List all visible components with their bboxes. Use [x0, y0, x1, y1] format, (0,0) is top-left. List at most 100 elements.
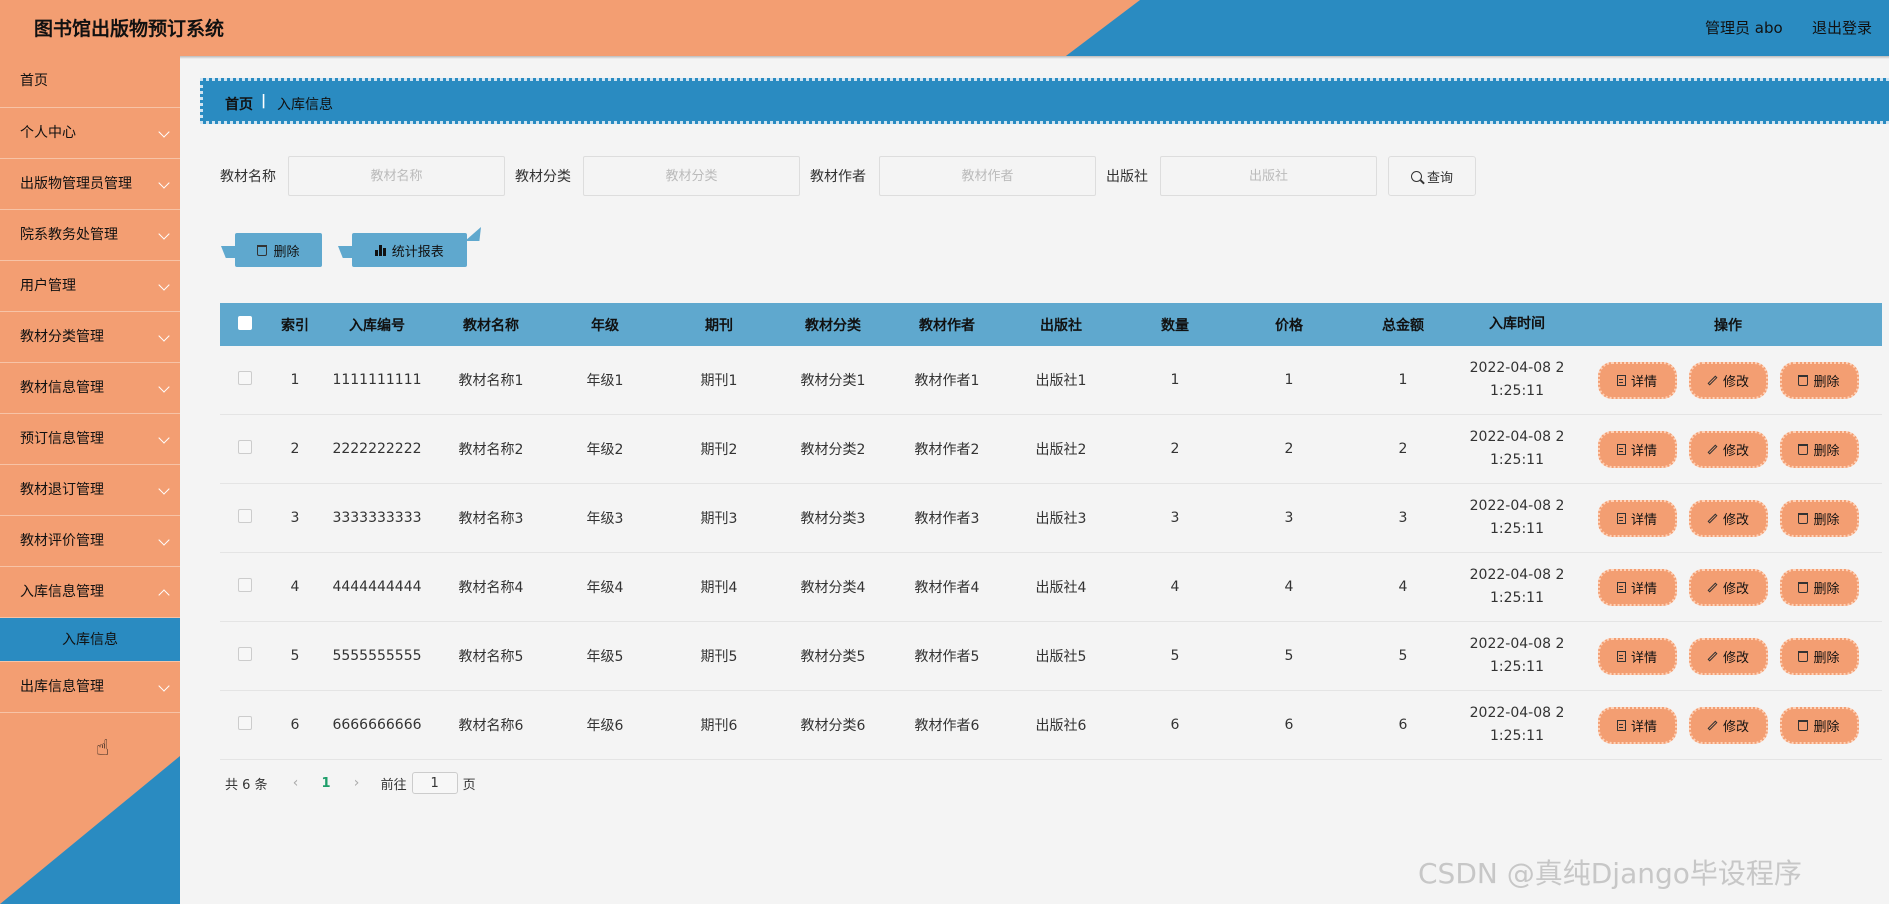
row-checkbox[interactable]	[238, 716, 252, 730]
stats-report-button[interactable]: 统计报表	[352, 233, 467, 267]
cell-author: 教材作者6	[914, 718, 980, 734]
row-checkbox[interactable]	[238, 647, 252, 661]
cell-periodical: 期刊2	[700, 442, 738, 458]
cell-time-line1: 2022-04-08 2	[1469, 636, 1565, 652]
cell-category: 教材分类4	[800, 580, 866, 596]
row-delete-button[interactable]: 删除	[1779, 706, 1859, 744]
select-all-checkbox[interactable]	[238, 315, 252, 330]
cell-time-line1: 2022-04-08 2	[1469, 567, 1565, 583]
watermark: CSDN @真纯Django毕设程序	[1418, 857, 1802, 890]
edit-button-label: 修改	[1722, 581, 1749, 597]
detail-button[interactable]: 详情	[1597, 361, 1677, 399]
row-checkbox-cell[interactable]	[220, 371, 270, 389]
logout-link[interactable]: 退出登录	[1812, 17, 1872, 38]
cell-time: 2022-04-08 2 1:25:11	[1460, 495, 1574, 541]
row-delete-button[interactable]: 删除	[1779, 430, 1859, 468]
row-checkbox[interactable]	[238, 509, 252, 523]
row-checkbox[interactable]	[238, 578, 252, 592]
goto-suffix: 页	[462, 777, 476, 793]
trash-icon	[1798, 719, 1809, 731]
row-delete-button[interactable]: 删除	[1779, 499, 1859, 537]
row-checkbox-cell[interactable]	[220, 647, 270, 665]
cell-publisher: 出版社3	[1035, 511, 1087, 527]
sidebar-item-personal-center[interactable]: 个人中心	[0, 108, 180, 159]
edit-button[interactable]: 修改	[1688, 361, 1768, 399]
edit-button[interactable]: 修改	[1688, 568, 1768, 606]
row-checkbox-cell[interactable]	[220, 509, 270, 527]
name-search-input[interactable]	[288, 156, 505, 196]
query-button[interactable]: 查询	[1388, 156, 1476, 196]
sidebar-item-reviews[interactable]: 教材评价管理	[0, 516, 180, 567]
edit-button[interactable]: 修改	[1688, 430, 1768, 468]
pencil-icon	[1707, 651, 1718, 661]
cell-periodical: 期刊6	[700, 718, 738, 734]
sidebar-item-label: 院系教务处管理	[20, 227, 118, 243]
sidebar-item-home[interactable]: 首页	[0, 56, 180, 108]
cell-index: 6	[290, 717, 300, 733]
table-row: 1 1111111111 教材名称1 年级1 期刊1 教材分类1 教材作者1 出版社1 1 1 1 …	[220, 346, 1882, 415]
cell-quantity: 2	[1170, 441, 1180, 457]
cell-price: 4	[1284, 579, 1294, 595]
detail-button[interactable]: 详情	[1597, 568, 1677, 606]
sidebar-item-label: 预订信息管理	[20, 431, 104, 447]
sidebar-subitem-stock-in-info[interactable]: 入库信息	[0, 618, 180, 662]
detail-button-label: 详情	[1630, 719, 1657, 735]
cell-name: 教材名称2	[458, 442, 524, 458]
chevron-down-icon	[158, 432, 170, 444]
app-title: 图书馆出版物预订系统	[34, 18, 225, 40]
cell-time-line2: 1:25:11	[1490, 659, 1544, 675]
row-checkbox-cell[interactable]	[220, 578, 270, 596]
cell-price: 3	[1284, 510, 1294, 526]
sidebar-decor-triangle	[0, 756, 180, 904]
sidebar-item-label: 入库信息管理	[20, 584, 104, 600]
cell-price: 1	[1284, 372, 1294, 388]
row-delete-button-label: 删除	[1813, 374, 1840, 390]
sidebar-item-textbook-info[interactable]: 教材信息管理	[0, 363, 180, 414]
row-checkbox-cell[interactable]	[220, 440, 270, 458]
sidebar-item-textbook-categories[interactable]: 教材分类管理	[0, 312, 180, 363]
cell-time-line2: 1:25:11	[1490, 728, 1544, 744]
chevron-down-icon	[158, 534, 170, 546]
detail-button[interactable]: 详情	[1597, 706, 1677, 744]
edit-button[interactable]: 修改	[1688, 499, 1768, 537]
author-search-input[interactable]	[879, 156, 1096, 196]
page-number-1[interactable]: 1	[322, 776, 331, 791]
header-category: 教材分类	[805, 317, 861, 334]
row-delete-button[interactable]: 删除	[1779, 361, 1859, 399]
prev-page-icon[interactable]: ‹	[288, 775, 304, 791]
sidebar-item-dept-affairs[interactable]: 院系教务处管理	[0, 210, 180, 261]
row-checkbox[interactable]	[238, 440, 252, 454]
stats-report-button-label: 统计报表	[391, 244, 444, 260]
publisher-search-input[interactable]	[1160, 156, 1377, 196]
edit-button[interactable]: 修改	[1688, 706, 1768, 744]
next-page-icon[interactable]: ›	[349, 775, 365, 791]
cell-author: 教材作者4	[914, 580, 980, 596]
sidebar-item-stock-in[interactable]: 入库信息管理	[0, 567, 180, 618]
cell-ops: 详情 修改 删除	[1574, 430, 1882, 468]
sidebar-item-cancellations[interactable]: 教材退订管理	[0, 465, 180, 516]
cell-time-line1: 2022-04-08 2	[1469, 498, 1565, 514]
delete-button[interactable]: 删除	[235, 233, 322, 267]
trash-icon	[1798, 581, 1809, 593]
edit-button[interactable]: 修改	[1688, 637, 1768, 675]
search-icon	[1410, 170, 1422, 182]
table-body: 1 1111111111 教材名称1 年级1 期刊1 教材分类1 教材作者1 出版社1 1 1 1 …	[220, 346, 1882, 760]
category-search-input[interactable]	[583, 156, 800, 196]
chevron-down-icon	[158, 330, 170, 342]
sidebar-item-stock-out[interactable]: 出库信息管理	[0, 662, 180, 713]
select-all-checkbox-cell[interactable]	[220, 315, 270, 334]
breadcrumb-home[interactable]: 首页	[225, 94, 253, 114]
goto-page-input[interactable]	[411, 772, 458, 794]
row-checkbox-cell[interactable]	[220, 716, 270, 734]
sidebar-item-publication-admins[interactable]: 出版物管理员管理	[0, 159, 180, 210]
cell-time-line1: 2022-04-08 2	[1469, 705, 1565, 721]
sidebar-item-users[interactable]: 用户管理	[0, 261, 180, 312]
cell-no: 2222222222	[332, 441, 422, 457]
row-delete-button[interactable]: 删除	[1779, 637, 1859, 675]
detail-button[interactable]: 详情	[1597, 637, 1677, 675]
row-checkbox[interactable]	[238, 371, 252, 385]
detail-button[interactable]: 详情	[1597, 499, 1677, 537]
detail-button[interactable]: 详情	[1597, 430, 1677, 468]
sidebar-item-reservations[interactable]: 预订信息管理	[0, 414, 180, 465]
row-delete-button[interactable]: 删除	[1779, 568, 1859, 606]
